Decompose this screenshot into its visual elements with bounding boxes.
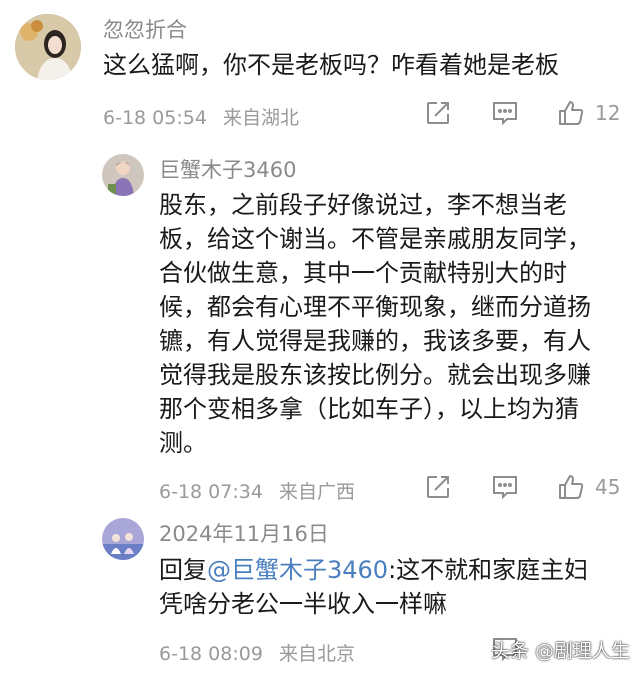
- comment-meta: 6-18 07:34 来自广西: [159, 477, 355, 504]
- mention-link[interactable]: @巨蟹木子3460: [207, 556, 388, 584]
- like-button[interactable]: 12: [557, 99, 620, 127]
- comment-meta: 6-18 08:09 来自北京: [159, 639, 355, 666]
- like-count: 12: [595, 101, 621, 125]
- comment-location: 来自广西: [278, 481, 355, 503]
- comment-reply-icon: [493, 476, 517, 500]
- thumbs-up-icon: [559, 101, 584, 125]
- share-icon: [427, 476, 449, 498]
- comment-date: 6-18 07:34: [159, 481, 263, 503]
- comment-date: 6-18 05:54: [103, 107, 207, 129]
- avatar[interactable]: [102, 154, 144, 196]
- like-button[interactable]: 45: [557, 473, 620, 501]
- thumbs-up-icon: [559, 475, 584, 499]
- comment-text: 股东，之前段子好像说过，李不想当老板，给这个谢当。不管是亲戚朋友同学，合伙做生意…: [159, 191, 591, 457]
- share-button[interactable]: [425, 474, 451, 500]
- comment-location: 来自北京: [278, 643, 355, 665]
- reply-prefix: 回复: [159, 556, 207, 584]
- comment-date: 6-18 08:09: [159, 643, 263, 665]
- comment-text: 回复@巨蟹木子3460:这不就和家庭主妇凭啥分老公一半收入一样嘛: [159, 553, 611, 621]
- username[interactable]: 巨蟹木子3460: [159, 154, 296, 184]
- comment-reply-icon: [493, 102, 517, 126]
- comment-thread: 忽忽折合 这么猛啊，你不是老板吗？咋看着她是老板 6-18 05:54 来自湖北: [0, 0, 640, 677]
- avatar[interactable]: [102, 518, 144, 560]
- comment-text: 这么猛啊，你不是老板吗？咋看着她是老板: [103, 51, 559, 79]
- username[interactable]: 忽忽折合: [103, 14, 187, 44]
- reply-button[interactable]: [491, 100, 519, 126]
- share-icon: [427, 102, 449, 124]
- avatar[interactable]: [15, 14, 81, 80]
- reply-button[interactable]: [491, 474, 519, 500]
- share-button[interactable]: [425, 100, 451, 126]
- watermark: 头条 @剧理人生: [490, 640, 630, 662]
- comment-location: 来自湖北: [222, 107, 299, 129]
- username[interactable]: 2024年11月16日: [159, 518, 329, 548]
- like-count: 45: [595, 475, 621, 499]
- comment-meta: 6-18 05:54 来自湖北: [103, 103, 299, 130]
